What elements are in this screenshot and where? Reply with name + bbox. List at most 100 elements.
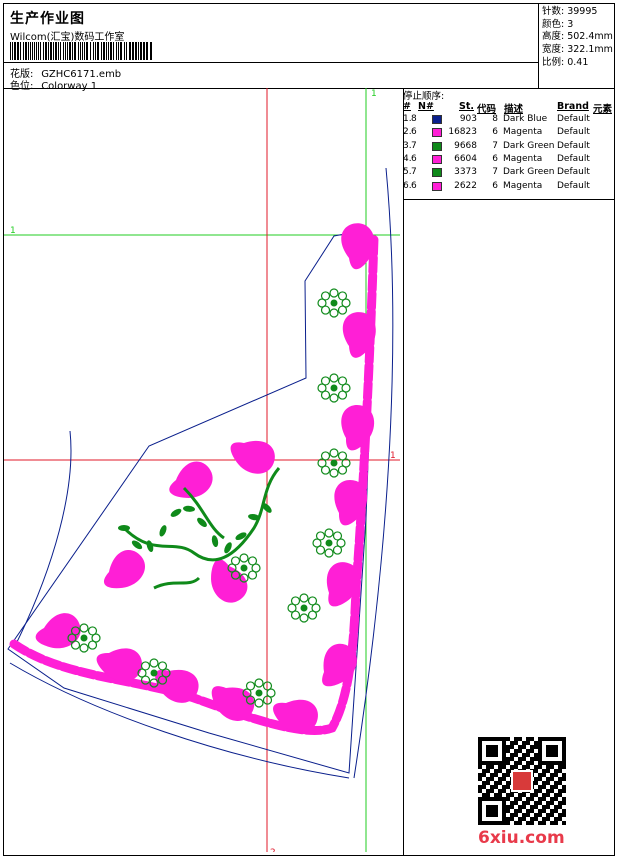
lace-loop bbox=[87, 640, 98, 650]
lace-center bbox=[330, 384, 338, 392]
stop-sequence-row: 6. 6 2622 6 Magenta Default bbox=[403, 181, 615, 194]
qr-module bbox=[506, 769, 510, 773]
qr-module bbox=[522, 745, 526, 749]
qr-module bbox=[558, 817, 562, 821]
thread-color-swatch bbox=[432, 115, 442, 124]
stats-divider bbox=[538, 4, 539, 88]
lace-loop bbox=[307, 610, 318, 620]
col-code: 代码 bbox=[477, 104, 497, 115]
qr-module bbox=[486, 765, 490, 769]
embroidery-design: 1 1 1 2 bbox=[4, 88, 400, 852]
qr-module bbox=[538, 789, 542, 793]
qr-module bbox=[554, 809, 558, 813]
qr-module bbox=[518, 757, 522, 761]
lace-loop bbox=[79, 643, 89, 653]
guide-label: 1 bbox=[371, 89, 377, 99]
lace-loop bbox=[324, 548, 334, 558]
qr-module bbox=[542, 797, 546, 801]
qr-module bbox=[522, 753, 526, 757]
qr-module bbox=[478, 789, 482, 793]
col-needle: N# bbox=[418, 101, 434, 112]
qr-module bbox=[542, 821, 546, 825]
lace-loop bbox=[254, 678, 264, 688]
lace-loop bbox=[245, 681, 256, 691]
row-brand: Default bbox=[557, 167, 590, 178]
qr-module bbox=[514, 801, 518, 805]
qr-module bbox=[562, 809, 566, 813]
qr-module bbox=[546, 813, 550, 817]
qr-module bbox=[562, 777, 566, 781]
qr-module bbox=[486, 769, 490, 773]
qr-module bbox=[482, 773, 486, 777]
qr-module bbox=[518, 805, 522, 809]
qr-module bbox=[558, 777, 562, 781]
lace-center bbox=[300, 604, 308, 612]
thread-color-swatch bbox=[432, 141, 442, 151]
qr-module bbox=[522, 805, 526, 809]
company-name: Wilcom(汇宝)数码工作室 bbox=[10, 32, 125, 43]
qr-module bbox=[550, 773, 554, 777]
qr-module bbox=[514, 753, 518, 757]
qr-module bbox=[562, 813, 566, 817]
qr-module bbox=[554, 821, 558, 825]
lace-loop bbox=[329, 308, 339, 318]
qr-module bbox=[542, 769, 546, 773]
qr-module bbox=[550, 785, 554, 789]
qr-module bbox=[510, 801, 514, 805]
qr-module bbox=[498, 765, 502, 769]
qr-module bbox=[498, 769, 502, 773]
qr-module bbox=[530, 761, 534, 765]
row-desc: Dark Green bbox=[503, 167, 555, 178]
qr-module bbox=[494, 793, 498, 797]
qr-module bbox=[522, 757, 526, 761]
qr-module bbox=[534, 789, 538, 793]
qr-module bbox=[554, 817, 558, 821]
qr-module bbox=[510, 813, 514, 817]
qr-module bbox=[546, 805, 550, 809]
qr-module bbox=[526, 741, 530, 745]
lace-loop bbox=[320, 291, 331, 301]
color-count: 颜色: 3 bbox=[542, 18, 574, 30]
qr-module bbox=[506, 737, 510, 741]
qr-module bbox=[562, 821, 566, 825]
qr-module bbox=[550, 809, 554, 813]
table-divider bbox=[403, 88, 404, 856]
qr-module bbox=[554, 785, 558, 789]
qr-finder bbox=[486, 745, 498, 757]
qr-module bbox=[522, 765, 526, 769]
lace-center bbox=[150, 669, 158, 677]
qr-code bbox=[478, 737, 566, 825]
lace-loop bbox=[79, 623, 89, 633]
lace-loop bbox=[332, 531, 343, 541]
col-hash: # bbox=[403, 101, 411, 112]
stop-sequence-header: # N# St. 代码 描述 Brand 元素 bbox=[403, 101, 615, 115]
row-needle: 6 bbox=[411, 180, 417, 191]
qr-module bbox=[538, 765, 542, 769]
col-brand: Brand bbox=[557, 101, 589, 112]
stop-sequence-row: 4. 6 6604 6 Magenta Default bbox=[403, 154, 615, 167]
qr-module bbox=[506, 817, 510, 821]
qr-module bbox=[518, 761, 522, 765]
lace-loop bbox=[320, 451, 331, 461]
row-stitches: 3373 bbox=[454, 167, 477, 178]
qr-module bbox=[546, 801, 550, 805]
qr-module bbox=[538, 813, 542, 817]
lace-loop bbox=[307, 596, 318, 606]
guide-label: 2 bbox=[270, 848, 276, 852]
lace-loop bbox=[329, 393, 339, 403]
row-brand: Default bbox=[557, 153, 590, 164]
qr-module bbox=[530, 817, 534, 821]
lace-loop bbox=[230, 556, 241, 566]
row-stitches: 2622 bbox=[454, 180, 477, 191]
col-desc: 描述 bbox=[504, 104, 524, 115]
thread-color-swatch bbox=[432, 168, 442, 178]
lace-loop bbox=[320, 376, 331, 386]
qr-module bbox=[546, 817, 550, 821]
lace-center bbox=[240, 564, 248, 572]
qr-module bbox=[542, 817, 546, 821]
qr-module bbox=[542, 809, 546, 813]
vine-leaf bbox=[211, 535, 219, 548]
col-element: 元素 bbox=[593, 104, 613, 115]
design-width: 宽度: 322.1mm bbox=[542, 44, 613, 56]
lace-loop bbox=[239, 553, 249, 563]
